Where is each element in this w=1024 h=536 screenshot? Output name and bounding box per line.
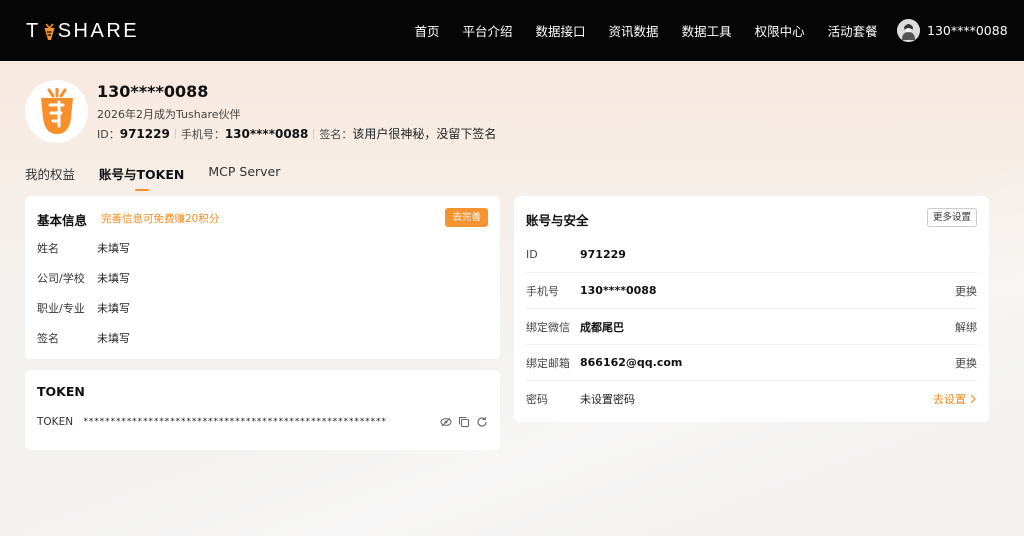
security-value: 971229 [580, 248, 626, 261]
token-card: TOKEN TOKEN ****************************… [25, 370, 500, 450]
security-label: 密码 [526, 393, 548, 406]
nav-item-home[interactable]: 首页 [415, 21, 440, 40]
token-actions [439, 415, 488, 428]
basic-info-title: 基本信息 [37, 213, 88, 228]
phone-label: 手机号： [180, 127, 225, 141]
more-settings-button[interactable]: 更多设置 [926, 208, 977, 227]
security-row-phone: 手机号 130****0088 更换 [526, 273, 977, 309]
basic-info-card: 基本信息 完善信息可免费赚20积分 去完善 姓名 未填写 公司/学校 未填写 职… [25, 196, 500, 359]
account-tabs: 我的权益 账号与TOKEN MCP Server [25, 164, 304, 191]
main-nav: 首页 平台介绍 数据接口 资讯数据 数据工具 权限中心 活动套餐 [403, 0, 889, 61]
logo-text-right: SHARE [57, 20, 140, 42]
info-row-profession: 职业/专业 未填写 [37, 300, 130, 316]
security-value: 866162@qq.com [580, 356, 683, 369]
phone-value: 130****0088 [224, 126, 309, 141]
info-value: 未填写 [97, 332, 130, 345]
nav-item-data-api[interactable]: 数据接口 [536, 21, 586, 40]
profile-member-since: 2026年2月成为Tushare伙伴 [97, 108, 241, 121]
copy-icon[interactable] [457, 415, 470, 428]
info-label: 职业/专业 [37, 302, 85, 315]
info-label: 公司/学校 [37, 272, 85, 285]
user-menu[interactable]: 130****0088 [897, 19, 1008, 42]
nav-item-data-tools[interactable]: 数据工具 [682, 21, 732, 40]
signature-value: 该用户很神秘，没留下签名 [352, 127, 497, 141]
logo-text-left: T [26, 20, 41, 42]
carrot-logo-icon [43, 22, 56, 40]
profile-meta: ID： 971229 手机号： 130****0088 签名： 该用户很神秘，没… [97, 125, 496, 142]
security-value: 130****0088 [580, 284, 657, 297]
security-row-wechat: 绑定微信 成都尾巴 解绑 [526, 309, 977, 345]
security-label: 绑定微信 [526, 320, 570, 334]
change-email-link[interactable]: 更换 [955, 355, 977, 371]
eye-off-icon[interactable] [439, 415, 452, 428]
security-row-email: 绑定邮箱 866162@qq.com 更换 [526, 345, 977, 381]
set-password-link[interactable]: 去设置 [933, 391, 977, 407]
info-value: 未填写 [97, 272, 130, 285]
security-row-id: ID 971229 [526, 237, 977, 273]
token-title: TOKEN [37, 384, 85, 399]
security-value: 成都尾巴 [580, 320, 624, 334]
unbind-wechat-link[interactable]: 解绑 [955, 319, 977, 335]
id-value: 971229 [119, 126, 170, 141]
tushare-logo[interactable]: T SHARE [26, 18, 139, 44]
chevron-right-icon [970, 394, 976, 404]
tab-account-token[interactable]: 账号与TOKEN [99, 164, 184, 191]
info-row-company: 公司/学校 未填写 [37, 270, 130, 286]
nav-item-news-data[interactable]: 资讯数据 [609, 21, 659, 40]
token-row: TOKEN **********************************… [37, 415, 488, 428]
token-value: ****************************************… [83, 416, 387, 427]
nav-item-permissions[interactable]: 权限中心 [755, 21, 805, 40]
tab-my-benefits[interactable]: 我的权益 [25, 164, 75, 191]
security-label: 手机号 [526, 284, 559, 298]
info-row-signature: 签名 未填写 [37, 330, 130, 346]
token-label: TOKEN [37, 415, 74, 428]
info-value: 未填写 [97, 242, 130, 255]
profile-avatar [25, 80, 88, 143]
nav-item-activity-packages[interactable]: 活动套餐 [828, 21, 878, 40]
id-label: ID： [97, 127, 120, 141]
divider [313, 128, 315, 139]
avatar[interactable] [897, 19, 920, 42]
nav-item-platform-intro[interactable]: 平台介绍 [463, 21, 513, 40]
security-label: 绑定邮箱 [526, 356, 570, 370]
security-value: 未设置密码 [580, 393, 635, 406]
divider [174, 128, 176, 139]
username-top[interactable]: 130****0088 [927, 23, 1008, 38]
refresh-icon[interactable] [475, 415, 488, 428]
profile-name: 130****0088 [97, 82, 209, 101]
info-row-name: 姓名 未填写 [37, 240, 130, 256]
info-label: 签名 [37, 332, 59, 345]
security-label: ID [526, 248, 538, 261]
info-value: 未填写 [97, 302, 130, 315]
security-title: 账号与安全 [526, 213, 589, 228]
complete-info-button[interactable]: 去完善 [445, 208, 488, 227]
signature-label: 签名： [319, 127, 353, 141]
basic-info-hint: 完善信息可免费赚20积分 [101, 213, 220, 225]
info-label: 姓名 [37, 242, 59, 255]
set-password-label: 去设置 [933, 393, 966, 406]
change-phone-link[interactable]: 更换 [955, 283, 977, 299]
carrot-avatar-icon [40, 87, 73, 134]
top-navbar: T SHARE 首页 平台介绍 数据接口 资讯数据 数据工具 权限中心 活动套餐 [0, 0, 1024, 61]
account-security-card: 账号与安全 更多设置 ID 971229 手机号 130****0088 更换 … [514, 196, 989, 422]
tab-mcp-server[interactable]: MCP Server [208, 164, 280, 191]
security-row-password: 密码 未设置密码 去设置 [526, 381, 977, 417]
